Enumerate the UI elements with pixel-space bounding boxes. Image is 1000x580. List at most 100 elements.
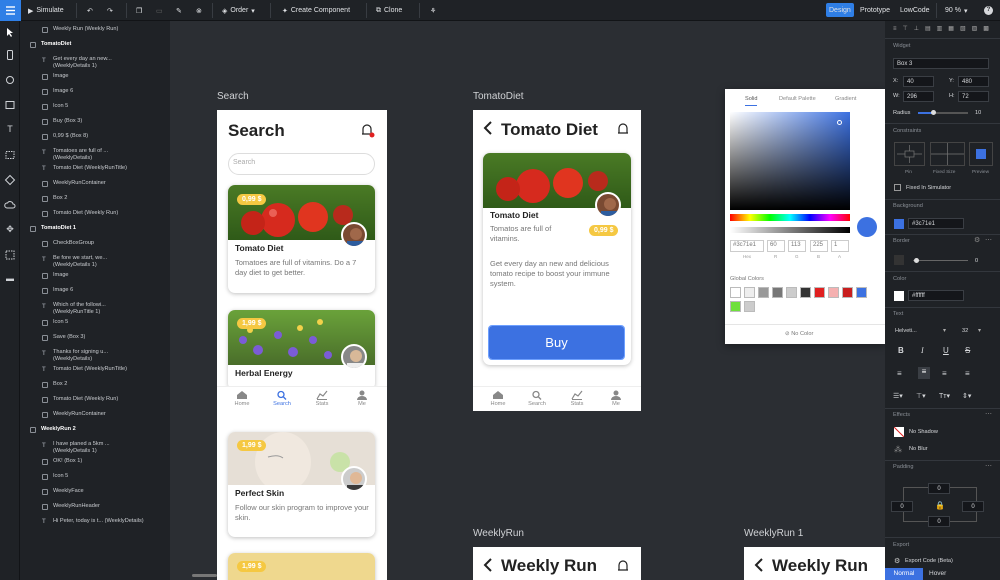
course-card[interactable]: 1,99 $ <box>228 553 375 580</box>
font-size-select[interactable]: 32 <box>962 328 968 334</box>
order-button[interactable]: ◈ Order ▾ <box>222 0 255 21</box>
w-input[interactable]: 296 <box>903 91 934 102</box>
horizontal-scrollbar[interactable] <box>192 574 217 577</box>
layer-item[interactable]: T I have planed a 5km ... (WeeklyDetails … <box>20 439 170 456</box>
radius-slider[interactable] <box>918 110 968 115</box>
prototype-tab[interactable]: Prototype <box>860 0 890 21</box>
fixed-in-sim-checkbox[interactable] <box>894 184 901 191</box>
layer-item[interactable]: T Tomato Diet (WeeklyRunTitle) <box>20 163 170 178</box>
diamond-icon[interactable] <box>4 174 16 186</box>
layer-group[interactable]: TomatoDiet <box>20 39 170 54</box>
border-slider[interactable] <box>913 258 968 263</box>
padding-left-input[interactable]: 0 <box>891 501 913 512</box>
layer-item[interactable]: WeeklyRunHeader <box>20 501 170 516</box>
layer-item[interactable]: T Get every day an new... (WeeklyDetails … <box>20 54 170 71</box>
tab-stats[interactable]: Stats <box>307 390 337 407</box>
chevron-down-icon[interactable]: ▾ <box>943 327 946 334</box>
layer-item[interactable]: T Thanks for signing u... (WeeklyDetails) <box>20 347 170 364</box>
layer-item[interactable]: Tomato Diet (Weekly Run) <box>20 394 170 409</box>
export-code-button[interactable]: Export Code (Beta) <box>905 558 953 564</box>
text-color-swatch[interactable] <box>894 291 904 301</box>
frame-label-search[interactable]: Search <box>217 91 249 102</box>
align-tools[interactable]: ≡⊤⊥▤▥▦▧▨▩ <box>893 25 995 32</box>
bell-icon[interactable] <box>616 121 630 137</box>
no-shadow-icon[interactable] <box>894 427 904 437</box>
layer-item[interactable]: T Which of the followi... (WeeklyRunTitle… <box>20 300 170 317</box>
layer-item[interactable]: Buy (Box 3) <box>20 116 170 131</box>
color-swatch[interactable] <box>814 287 825 298</box>
r-input[interactable]: 113 <box>788 240 806 252</box>
layer-item[interactable]: CheckBoxGroup <box>20 238 170 253</box>
padding-right-input[interactable]: 0 <box>962 501 984 512</box>
gear-icon[interactable]: ⚙ <box>974 236 980 244</box>
pointer-icon[interactable] <box>4 26 16 38</box>
picker-tab-gradient[interactable]: Gradient <box>835 96 856 102</box>
back-icon[interactable] <box>753 557 765 573</box>
clone-button[interactable]: ⧉ Clone <box>376 0 402 21</box>
format-painter-icon[interactable]: ✎ <box>176 0 182 21</box>
h-input[interactable]: 72 <box>958 91 989 102</box>
blur-icon[interactable]: ⁂ <box>894 445 902 454</box>
lock-icon[interactable]: 🔒 <box>935 501 945 510</box>
tab-home[interactable]: Home <box>483 390 513 407</box>
align-left-icon[interactable]: ≡ <box>897 369 902 378</box>
h-input[interactable]: 60 <box>767 240 785 252</box>
layer-item[interactable]: Tomato Diet (Weekly Run) <box>20 208 170 223</box>
padding-top-input[interactable]: 0 <box>928 483 950 494</box>
layer-item[interactable]: Icon 5 <box>20 317 170 332</box>
layer-item[interactable]: Save (Box 3) <box>20 332 170 347</box>
color-swatch[interactable] <box>744 287 755 298</box>
saturation-handle[interactable] <box>837 120 842 125</box>
text-color-hex-input[interactable]: #ffffff <box>908 290 964 301</box>
fixed-size-constraint[interactable] <box>930 142 965 166</box>
bell-icon[interactable] <box>616 558 630 574</box>
align-right-icon[interactable]: ≡ <box>942 369 947 378</box>
tomato-diet-screen[interactable]: Tomato Diet Tomato Diet Tomatos are full… <box>473 110 641 411</box>
buy-button[interactable]: Buy <box>488 325 625 360</box>
more-icon[interactable]: ⋯ <box>985 236 992 244</box>
color-swatch[interactable] <box>800 287 811 298</box>
bg-hex-input[interactable]: #3c71e1 <box>908 218 964 229</box>
layer-item[interactable]: WeeklyFace <box>20 486 170 501</box>
tab-me[interactable]: Me <box>347 390 377 407</box>
weekly-run-screen[interactable]: Weekly Run <box>473 547 641 580</box>
more-icon[interactable]: ⋯ <box>985 462 992 470</box>
rectangle-icon[interactable] <box>4 99 16 111</box>
layer-item[interactable]: Box 2 <box>20 379 170 394</box>
color-swatch[interactable] <box>758 287 769 298</box>
move-icon[interactable]: ✥ <box>4 224 16 236</box>
underline-icon[interactable]: U <box>943 346 949 355</box>
no-color-button[interactable]: ⊘ No Color <box>785 331 813 337</box>
justify-icon[interactable]: ≡ <box>965 369 970 378</box>
normal-state-tab[interactable]: Normal <box>885 568 923 580</box>
color-swatch[interactable] <box>730 301 741 312</box>
color-swatch[interactable] <box>828 287 839 298</box>
hue-slider[interactable] <box>730 214 850 221</box>
color-swatch[interactable] <box>730 287 741 298</box>
hover-state-tab[interactable]: Hover <box>929 568 963 580</box>
phone-icon[interactable] <box>4 49 16 61</box>
back-icon[interactable] <box>482 120 494 136</box>
layer-group[interactable]: WeeklyRun 2 <box>20 424 170 439</box>
spacing-icon[interactable]: ⇕▾ <box>962 392 971 400</box>
padding-bottom-input[interactable]: 0 <box>928 516 950 527</box>
layer-item[interactable]: Weekly Run (Weekly Run) <box>20 24 170 39</box>
tree-icon[interactable]: ⚘ <box>430 0 436 21</box>
layer-item[interactable]: Icon 5 <box>20 471 170 486</box>
bg-color-swatch[interactable] <box>894 219 904 229</box>
clear-icon[interactable]: ⊗ <box>196 0 202 21</box>
bell-icon[interactable] <box>359 122 375 138</box>
zoom-select[interactable]: 90 % ▾ <box>945 0 967 21</box>
layer-item[interactable]: OK! (Box 1) <box>20 456 170 471</box>
color-swatch[interactable] <box>842 287 853 298</box>
create-component-button[interactable]: ✦ Create Component <box>282 0 350 21</box>
b-input[interactable]: 1 <box>831 240 849 252</box>
help-icon[interactable]: ? <box>984 0 993 21</box>
list-style-icon[interactable]: ☰▾ <box>893 392 903 400</box>
layer-item[interactable]: 0,99 $ (Box 8) <box>20 131 170 146</box>
pin-constraint[interactable] <box>894 142 925 166</box>
detail-card[interactable]: Tomato Diet Tomatos are full of vitamins… <box>483 153 631 365</box>
widget-name-input[interactable]: Box 3 <box>893 58 989 69</box>
search-input[interactable]: Search <box>228 153 375 175</box>
align-center-icon[interactable]: ≡ <box>918 367 930 379</box>
